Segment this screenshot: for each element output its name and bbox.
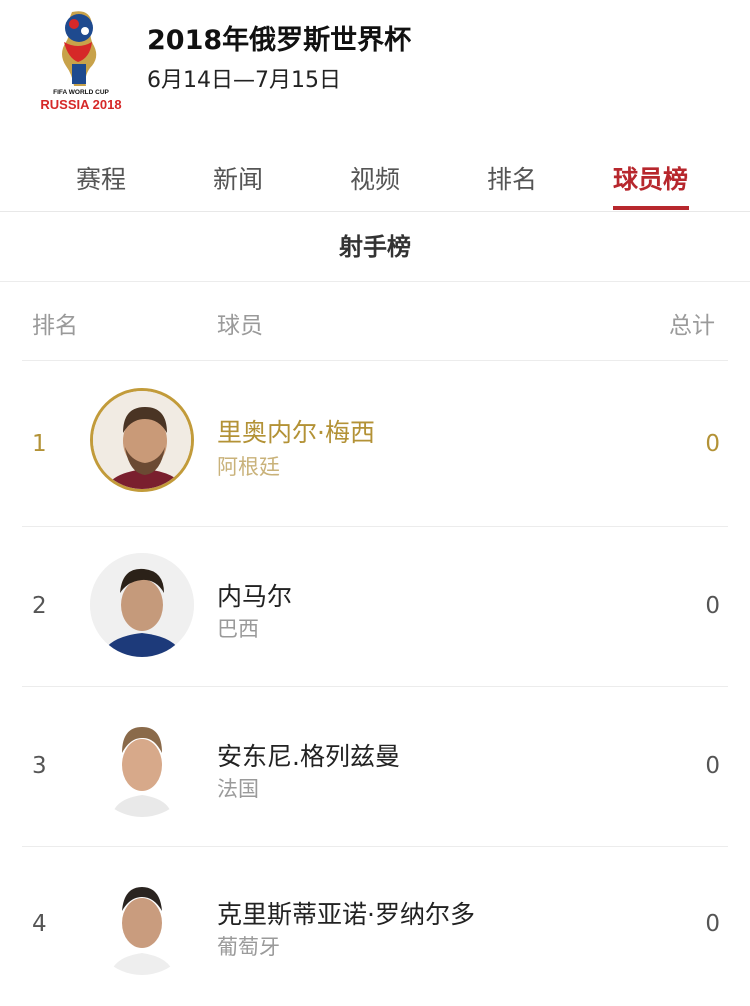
player-total: 0 — [705, 911, 720, 937]
column-header-player: 球员 — [217, 313, 263, 339]
tournament-dates: 6月14日—7月15日 — [147, 68, 341, 93]
table-row[interactable]: 3 安东尼.格列兹曼 法国 0 — [22, 686, 728, 846]
column-header-rank: 排名 — [32, 313, 78, 339]
scorer-board-title: 射手榜 — [0, 212, 750, 282]
player-name: 里奥内尔·梅西 — [217, 418, 375, 447]
player-rank: 1 — [32, 431, 47, 457]
player-country: 葡萄牙 — [217, 935, 280, 959]
world-cup-logo: FIFA WORLD CUP RUSSIA 2018 — [40, 11, 122, 112]
player-rank: 3 — [32, 753, 47, 779]
player-rank: 4 — [32, 911, 47, 937]
player-name: 克里斯蒂亚诺·罗纳尔多 — [217, 900, 475, 929]
player-portrait-icon — [90, 553, 194, 657]
player-name: 安东尼.格列兹曼 — [217, 742, 400, 771]
tab-player-board[interactable]: 球员榜 — [613, 160, 688, 196]
player-name: 内马尔 — [217, 582, 293, 611]
player-portrait-icon — [93, 391, 191, 489]
table-row[interactable]: 2 内马尔 巴西 0 — [22, 526, 728, 686]
tab-schedule[interactable]: 赛程 — [76, 160, 126, 196]
player-portrait-icon — [90, 871, 194, 975]
svg-text:FIFA WORLD CUP: FIFA WORLD CUP — [53, 89, 109, 96]
tab-bar: 赛程 新闻 视频 排名 球员榜 — [0, 140, 750, 212]
tab-news[interactable]: 新闻 — [213, 160, 263, 196]
column-header-total: 总计 — [669, 313, 715, 339]
tab-video[interactable]: 视频 — [350, 160, 400, 196]
avatar — [90, 388, 194, 492]
page-title: 2018年俄罗斯世界杯 — [147, 25, 412, 56]
avatar — [90, 871, 194, 975]
svg-text:RUSSIA 2018: RUSSIA 2018 — [40, 97, 121, 112]
player-country: 法国 — [217, 777, 259, 801]
player-total: 0 — [705, 593, 720, 619]
avatar — [90, 553, 194, 657]
active-tab-indicator — [613, 206, 689, 210]
player-portrait-icon — [90, 713, 194, 817]
player-country: 阿根廷 — [217, 455, 280, 479]
table-row[interactable]: 1 里奥内尔·梅西 阿根廷 0 — [22, 360, 728, 526]
player-total: 0 — [705, 431, 720, 457]
player-total: 0 — [705, 753, 720, 779]
tab-ranking[interactable]: 排名 — [487, 160, 537, 196]
player-rank: 2 — [32, 593, 47, 619]
avatar — [90, 713, 194, 817]
player-country: 巴西 — [217, 617, 259, 641]
table-row[interactable]: 4 克里斯蒂亚诺·罗纳尔多 葡萄牙 0 — [22, 846, 728, 1006]
page-header: FIFA WORLD CUP RUSSIA 2018 2018年俄罗斯世界杯 6… — [0, 0, 750, 130]
